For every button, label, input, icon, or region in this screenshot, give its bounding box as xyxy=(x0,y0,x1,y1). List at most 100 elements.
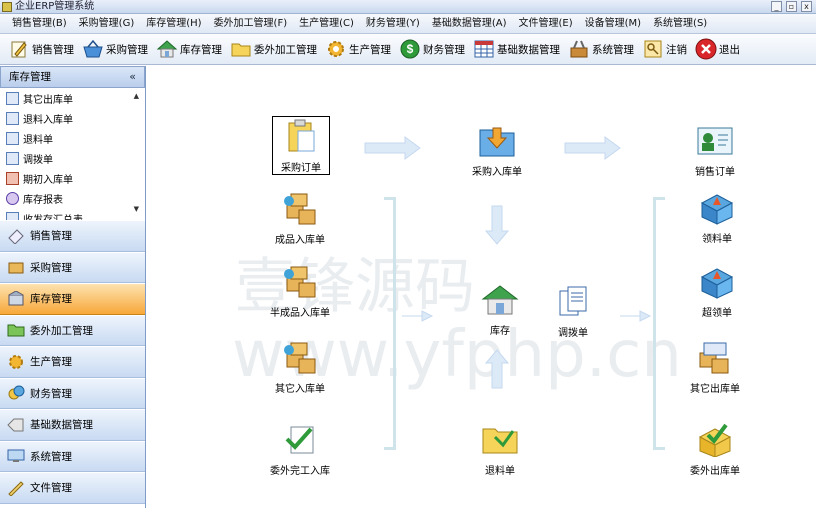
box-icon xyxy=(6,258,26,276)
restore-button[interactable]: ▫ xyxy=(786,1,797,12)
node-other-out[interactable]: 其它出库单 xyxy=(675,338,755,395)
sidebar-header: 库存管理 « xyxy=(0,66,145,88)
toolbar-system-button[interactable]: 系统管理 xyxy=(566,36,636,62)
close-button[interactable]: x xyxy=(801,1,812,12)
bracket-right-group xyxy=(653,197,665,450)
node-outsource-done-in[interactable]: 委外完工入库 xyxy=(260,420,340,477)
sidebar-cat-production[interactable]: 生产管理 xyxy=(0,346,145,378)
toolbar: 销售管理 采购管理 库存管理 委外加工管理 生产管理 $ 财务管理 基础数据管理… xyxy=(0,34,816,65)
house-icon xyxy=(156,38,178,60)
toolbar-production-button[interactable]: 生产管理 xyxy=(323,36,393,62)
pencil-note-icon xyxy=(8,38,30,60)
house-icon xyxy=(480,280,520,320)
dollar-icon: $ xyxy=(399,38,421,60)
arrow-pin-to-so xyxy=(564,136,621,160)
sidebar-cat-finance[interactable]: 财务管理 xyxy=(0,377,145,409)
sidebar: 库存管理 « 其它出库单 退料入库单 退料单 调拨单 期初入库单 库存报表 收发… xyxy=(0,66,146,508)
gear-icon xyxy=(325,38,347,60)
window-title: 企业ERP管理系统 xyxy=(15,1,95,12)
folder-icon xyxy=(230,38,252,60)
sidebar-cat-system[interactable]: 系统管理 xyxy=(0,440,145,472)
clipboard-icon xyxy=(281,117,321,157)
toolbar-outsourcing-button[interactable]: 委外加工管理 xyxy=(228,36,319,62)
menu-system[interactable]: 系统管理(S) xyxy=(647,14,713,34)
toolbar-basic-data-button[interactable]: 基础数据管理 xyxy=(471,36,562,62)
menu-basic-data[interactable]: 基础数据管理(A) xyxy=(426,14,513,34)
node-transfer[interactable]: 调拨单 xyxy=(533,282,613,339)
arrow-stock-to-right xyxy=(620,310,652,322)
node-purchase-order[interactable]: 采购订单 xyxy=(272,116,330,175)
toolbar-logout-button[interactable]: 注销 xyxy=(640,36,689,62)
gear-icon xyxy=(6,353,26,371)
menu-files[interactable]: 文件管理(E) xyxy=(513,14,579,34)
sidebar-item-return[interactable]: 退料单 xyxy=(0,128,145,148)
svg-text:$: $ xyxy=(407,42,414,56)
menu-finance[interactable]: 财务管理(Y) xyxy=(360,14,426,34)
sidebar-cat-outsourcing[interactable]: 委外加工管理 xyxy=(0,314,145,346)
node-sales-order[interactable]: 销售订单 xyxy=(675,121,755,178)
scroll-up-icon[interactable]: ▲ xyxy=(134,92,139,100)
menu-outsourcing[interactable]: 委外加工管理(F) xyxy=(208,14,294,34)
sidebar-cat-basic-data[interactable]: 基础数据管理 xyxy=(0,409,145,441)
monitor-icon xyxy=(6,447,26,465)
sidebar-item-stock-report[interactable]: 库存报表 xyxy=(0,188,145,208)
sidebar-cat-inventory[interactable]: 库存管理 xyxy=(0,283,145,315)
toolbar-inventory-button[interactable]: 库存管理 xyxy=(154,36,224,62)
sidebar-item-transfer[interactable]: 调拨单 xyxy=(0,148,145,168)
node-finished-in[interactable]: 成品入库单 xyxy=(260,189,340,246)
minimize-button[interactable]: _ xyxy=(771,1,782,12)
menu-equipment[interactable]: 设备管理(M) xyxy=(579,14,647,34)
warehouse-icon xyxy=(6,290,26,308)
boxes-icon xyxy=(280,189,320,229)
folder-down-icon xyxy=(477,121,517,161)
menu-purchase[interactable]: 采购管理(G) xyxy=(73,14,141,34)
toolbar-sales-button[interactable]: 销售管理 xyxy=(6,36,76,62)
menu-sales[interactable]: 销售管理(B) xyxy=(6,14,73,34)
title-bar: 企业ERP管理系统 _ ▫ x xyxy=(0,0,816,14)
sidebar-item-list: 其它出库单 退料入库单 退料单 调拨单 期初入库单 库存报表 收发存汇总表 ▲ … xyxy=(0,88,145,220)
folder-icon xyxy=(6,321,26,339)
app-icon xyxy=(2,2,12,12)
tools-icon xyxy=(568,38,590,60)
folder-open-icon xyxy=(480,420,520,460)
node-stock[interactable]: 库存 xyxy=(460,280,540,337)
menu-inventory[interactable]: 库存管理(H) xyxy=(140,14,207,34)
inventory-flow-canvas: 壹锋源码 www.yfphp.cn 采购订单 采购入库单 销售订单 成品入库单 … xyxy=(147,66,816,508)
sidebar-cat-purchase[interactable]: 采购管理 xyxy=(0,251,145,283)
node-purchase-in[interactable]: 采购入库单 xyxy=(457,121,537,178)
node-return-material[interactable]: 退料单 xyxy=(460,420,540,477)
node-over-picking[interactable]: 超领单 xyxy=(677,262,757,319)
check-document-icon xyxy=(280,420,320,460)
sidebar-cat-files[interactable]: 文件管理 xyxy=(0,472,145,504)
menu-bar: 销售管理(B) 采购管理(G) 库存管理(H) 委外加工管理(F) 生产管理(C… xyxy=(0,14,816,34)
arrow-po-to-pin xyxy=(364,136,421,160)
document-icon xyxy=(6,151,19,165)
toolbar-finance-button[interactable]: $ 财务管理 xyxy=(397,36,467,62)
node-picking[interactable]: 领料单 xyxy=(677,188,757,245)
pen-icon xyxy=(6,479,26,497)
toolbar-purchase-button[interactable]: 采购管理 xyxy=(80,36,150,62)
document-icon xyxy=(6,111,19,125)
home-icon xyxy=(6,171,19,185)
search-icon xyxy=(6,191,19,205)
pencil-note-icon xyxy=(6,227,26,245)
sidebar-item-summary[interactable]: 收发存汇总表 xyxy=(0,208,145,220)
sidebar-item-other-out[interactable]: 其它出库单 xyxy=(0,88,145,108)
sidebar-item-opening-in[interactable]: 期初入库单 xyxy=(0,168,145,188)
arrow-return-to-stock xyxy=(484,349,510,389)
node-outsource-out[interactable]: 委外出库单 xyxy=(675,420,755,477)
node-other-in[interactable]: 其它入库单 xyxy=(260,338,340,395)
basket-icon xyxy=(82,38,104,60)
menu-production[interactable]: 生产管理(C) xyxy=(293,14,360,34)
boxes-icon xyxy=(280,338,320,378)
sidebar-title: 库存管理 xyxy=(9,71,51,83)
toolbar-exit-button[interactable]: 退出 xyxy=(693,36,742,62)
key-icon xyxy=(642,38,664,60)
scroll-down-icon[interactable]: ▼ xyxy=(134,205,139,213)
node-semi-finished-in[interactable]: 半成品入库单 xyxy=(260,262,340,319)
sidebar-cat-sales[interactable]: 销售管理 xyxy=(0,220,145,252)
collapse-button[interactable]: « xyxy=(129,67,136,87)
sidebar-item-return-in[interactable]: 退料入库单 xyxy=(0,108,145,128)
grid-icon xyxy=(473,38,495,60)
exit-icon xyxy=(695,38,717,60)
